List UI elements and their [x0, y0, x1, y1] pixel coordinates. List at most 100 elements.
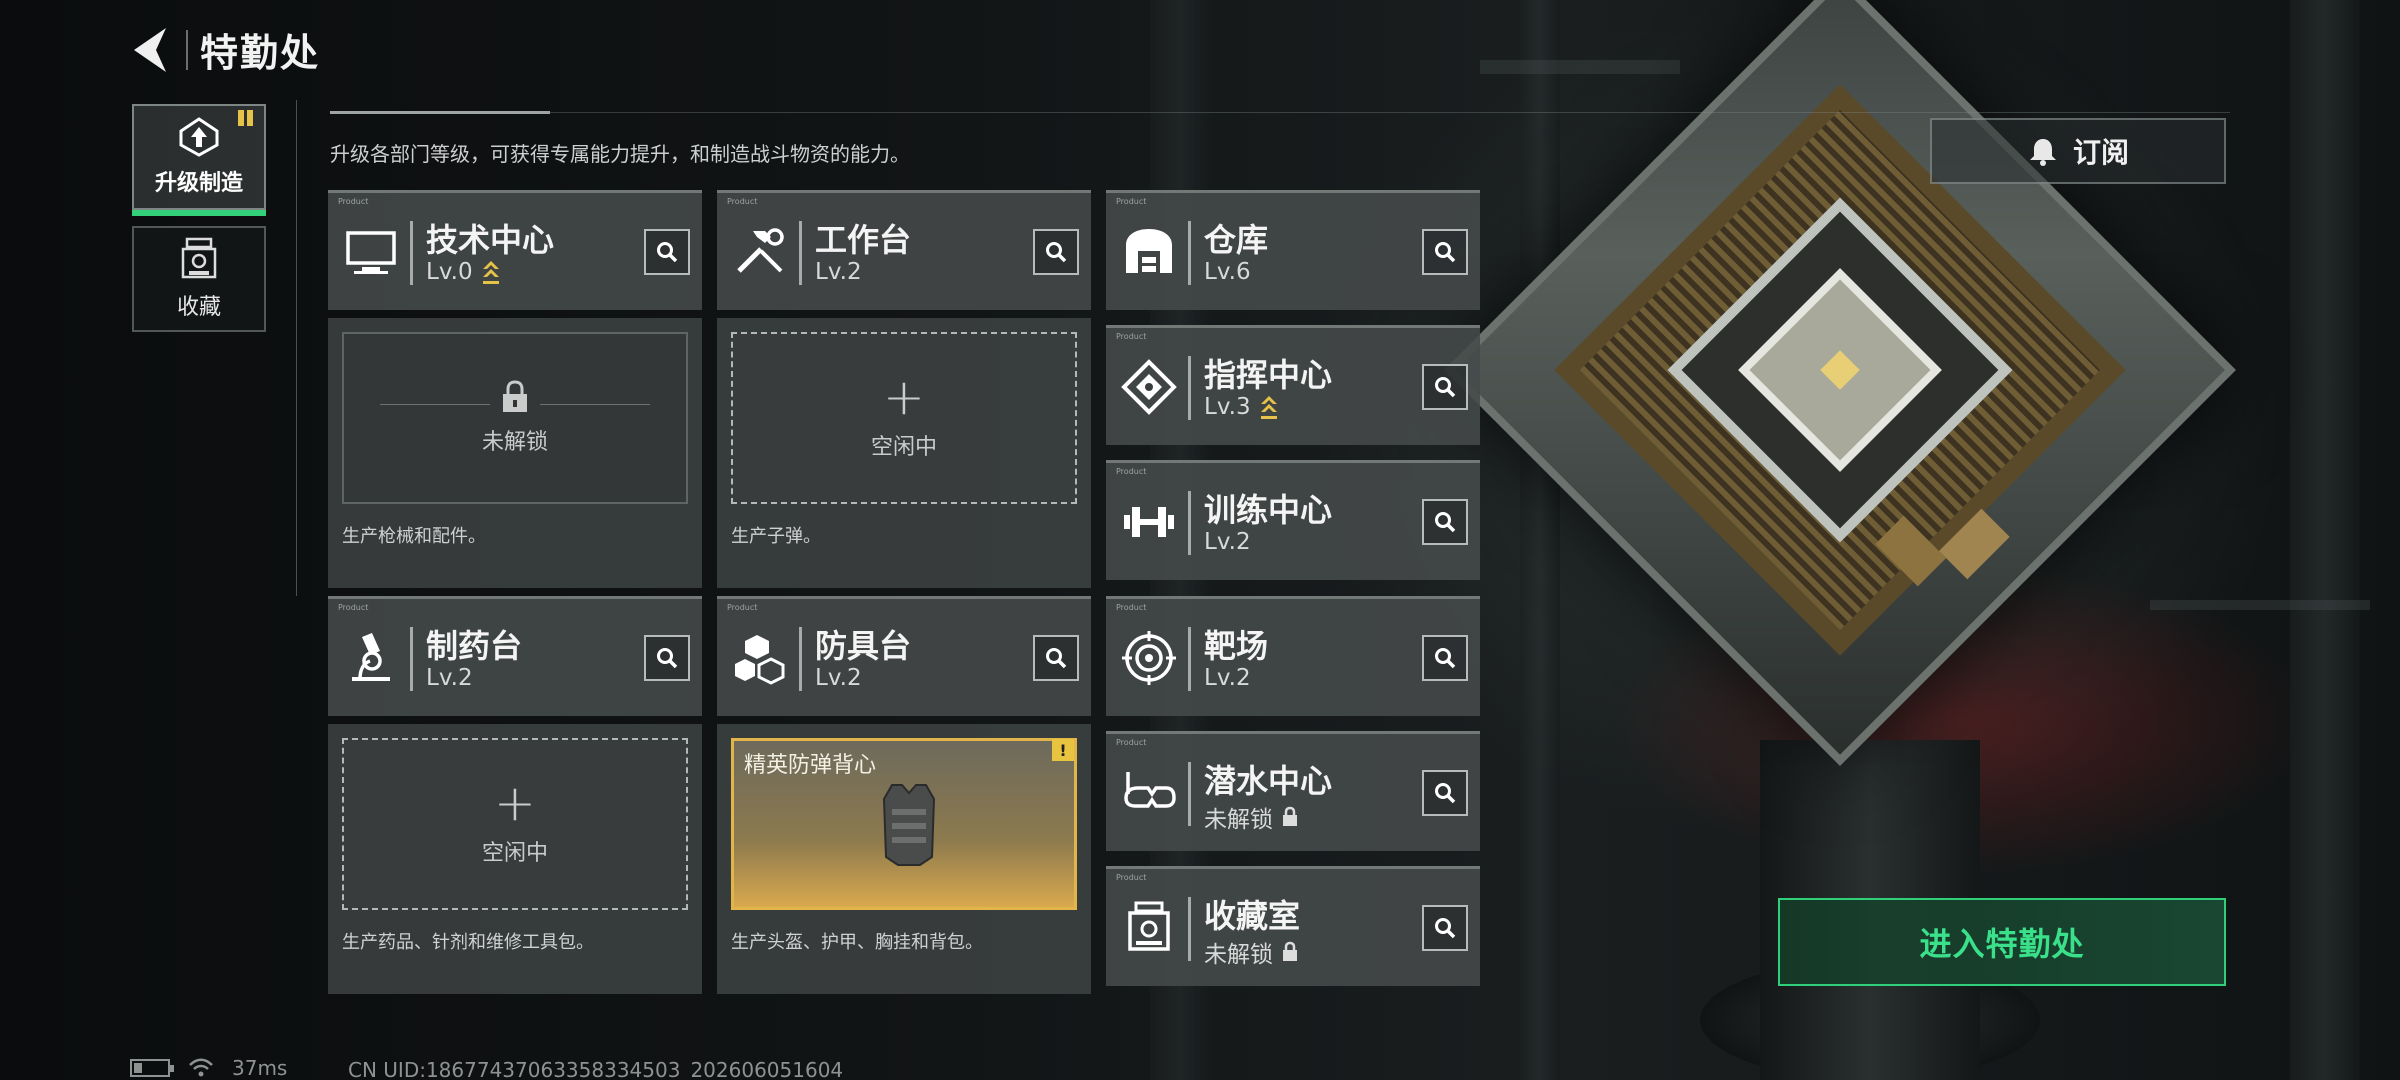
dept-name: 靶场 — [1204, 627, 1269, 665]
search-button[interactable] — [1422, 770, 1468, 816]
search-icon — [1435, 242, 1456, 263]
dept-card-diving-center[interactable]: Product 潜水中心 未解锁 — [1106, 731, 1480, 851]
dept-description: 生产子弹。 — [731, 526, 821, 547]
dept-level: Lv.2 — [1204, 665, 1251, 691]
dept-level: Lv.2 — [815, 665, 862, 691]
dept-level: Lv.2 — [815, 259, 862, 285]
dept-level: 未解锁 — [1204, 935, 1299, 969]
production-slot-idle[interactable]: + 空闲中 — [342, 738, 688, 910]
search-button[interactable] — [644, 229, 690, 275]
dept-card-workbench[interactable]: Product 工作台 Lv.2 — [717, 190, 1091, 310]
tab-collection[interactable]: 收藏 — [132, 226, 266, 332]
plus-icon: + — [883, 368, 925, 426]
dept-card-collection-room[interactable]: Product 收藏室 未解锁 — [1106, 866, 1480, 986]
search-icon — [657, 648, 678, 669]
dept-level: Lv.2 — [426, 665, 473, 691]
bell-icon — [2029, 139, 2056, 166]
search-icon — [1435, 648, 1456, 669]
search-icon — [1046, 648, 1067, 669]
dept-name: 收藏室 — [1204, 897, 1301, 935]
plus-icon: + — [494, 774, 536, 832]
target-icon — [1120, 629, 1178, 687]
lock-icon — [1283, 941, 1297, 961]
dept-body-workbench: + 空闲中 生产子弹。 — [717, 318, 1091, 588]
top-divider-accent — [330, 111, 550, 114]
ping-text: 37ms — [232, 1056, 288, 1080]
dept-card-tech-center[interactable]: Product 技术中心 Lv.0 — [328, 190, 702, 310]
wifi-icon — [189, 1058, 213, 1077]
collection-room-icon — [1120, 899, 1178, 957]
dept-name: 技术中心 — [426, 221, 555, 259]
tab-label: 收藏 — [176, 295, 221, 320]
search-button[interactable] — [1422, 635, 1468, 681]
tab-upgrade-manufacture[interactable]: 升级制造 — [132, 104, 266, 216]
search-button[interactable] — [1422, 905, 1468, 951]
search-icon — [657, 242, 678, 263]
enter-button-label: 进入特勤处 — [1919, 925, 2085, 963]
armor-crates-icon — [731, 629, 789, 687]
dept-card-armory[interactable]: Product 防具台 Lv.2 — [717, 596, 1091, 716]
lock-icon — [503, 380, 527, 412]
dept-body-pharmacy: + 空闲中 生产药品、针剂和维修工具包。 — [328, 724, 702, 994]
dept-name: 仓库 — [1204, 221, 1269, 259]
battery-icon — [130, 1059, 174, 1077]
header-divider — [186, 30, 188, 70]
enter-special-ops-button[interactable]: 进入特勤处 — [1778, 898, 2226, 986]
search-icon — [1435, 783, 1456, 804]
upgrade-arrows-icon — [482, 261, 499, 284]
search-icon — [1046, 242, 1067, 263]
page-description: 升级各部门等级，可获得专属能力提升，和制造战斗物资的能力。 — [330, 142, 910, 166]
product-name: 精英防弹背心 — [744, 753, 877, 778]
dept-card-warehouse[interactable]: Product 仓库 Lv.6 — [1106, 190, 1480, 310]
dept-card-training-center[interactable]: Product 训练中心 Lv.2 — [1106, 460, 1480, 580]
dept-name: 潜水中心 — [1204, 762, 1333, 800]
uid-text: CN UID:18677437063358334503_202606051604 — [348, 1058, 844, 1080]
production-slot-idle[interactable]: + 空闲中 — [731, 332, 1077, 504]
side-divider — [296, 100, 297, 596]
production-slot-product[interactable]: 精英防弹背心 ! — [731, 738, 1077, 910]
dumbbell-icon — [1120, 493, 1178, 551]
back-arrow-icon — [134, 28, 166, 72]
search-button[interactable] — [1033, 635, 1079, 681]
search-icon — [1435, 377, 1456, 398]
dept-name: 指挥中心 — [1204, 356, 1333, 394]
dept-description: 生产枪械和配件。 — [342, 526, 486, 547]
back-button[interactable] — [128, 24, 176, 76]
search-button[interactable] — [1422, 229, 1468, 275]
search-button[interactable] — [1422, 499, 1468, 545]
dept-card-shooting-range[interactable]: Product 靶场 Lv.2 — [1106, 596, 1480, 716]
tab-label: 升级制造 — [154, 171, 243, 196]
slot-status: 空闲中 — [481, 841, 548, 866]
monitor-icon — [342, 223, 400, 281]
alert-badge: ! — [1052, 739, 1074, 761]
collection-icon — [181, 237, 217, 279]
search-button[interactable] — [1422, 364, 1468, 410]
dept-body-tech-center: 未解锁 生产枪械和配件。 — [328, 318, 702, 588]
dept-description: 生产头盔、护甲、胸挂和背包。 — [731, 932, 983, 953]
warehouse-icon — [1120, 223, 1178, 281]
search-button[interactable] — [1033, 229, 1079, 275]
microscope-icon — [342, 629, 400, 687]
new-badge — [238, 110, 260, 126]
dept-card-command-center[interactable]: Product 指挥中心 Lv.3 — [1106, 325, 1480, 445]
dept-body-armory: 精英防弹背心 ! 生产头盔、护甲、胸挂和背包。 — [717, 724, 1091, 994]
diving-mask-icon — [1120, 764, 1178, 822]
slot-status: 未解锁 — [481, 430, 548, 455]
dept-level: Lv.0 — [426, 259, 501, 285]
search-button[interactable] — [644, 635, 690, 681]
tools-icon — [731, 223, 789, 281]
dept-level: Lv.2 — [1204, 529, 1251, 555]
search-icon — [1435, 512, 1456, 533]
dept-name: 制药台 — [426, 627, 523, 665]
top-divider — [330, 112, 2230, 113]
vest-image — [882, 784, 936, 866]
subscribe-button[interactable]: 订阅 — [1930, 118, 2226, 184]
search-icon — [1435, 918, 1456, 939]
production-slot-locked: 未解锁 — [342, 332, 688, 504]
status-bar: 37ms — [130, 1056, 287, 1080]
page-title: 特勤处 — [200, 31, 321, 75]
command-icon — [1120, 358, 1178, 416]
dept-card-pharmacy[interactable]: Product 制药台 Lv.2 — [328, 596, 702, 716]
subscribe-label: 订阅 — [2072, 136, 2129, 169]
dept-description: 生产药品、针剂和维修工具包。 — [342, 932, 594, 953]
